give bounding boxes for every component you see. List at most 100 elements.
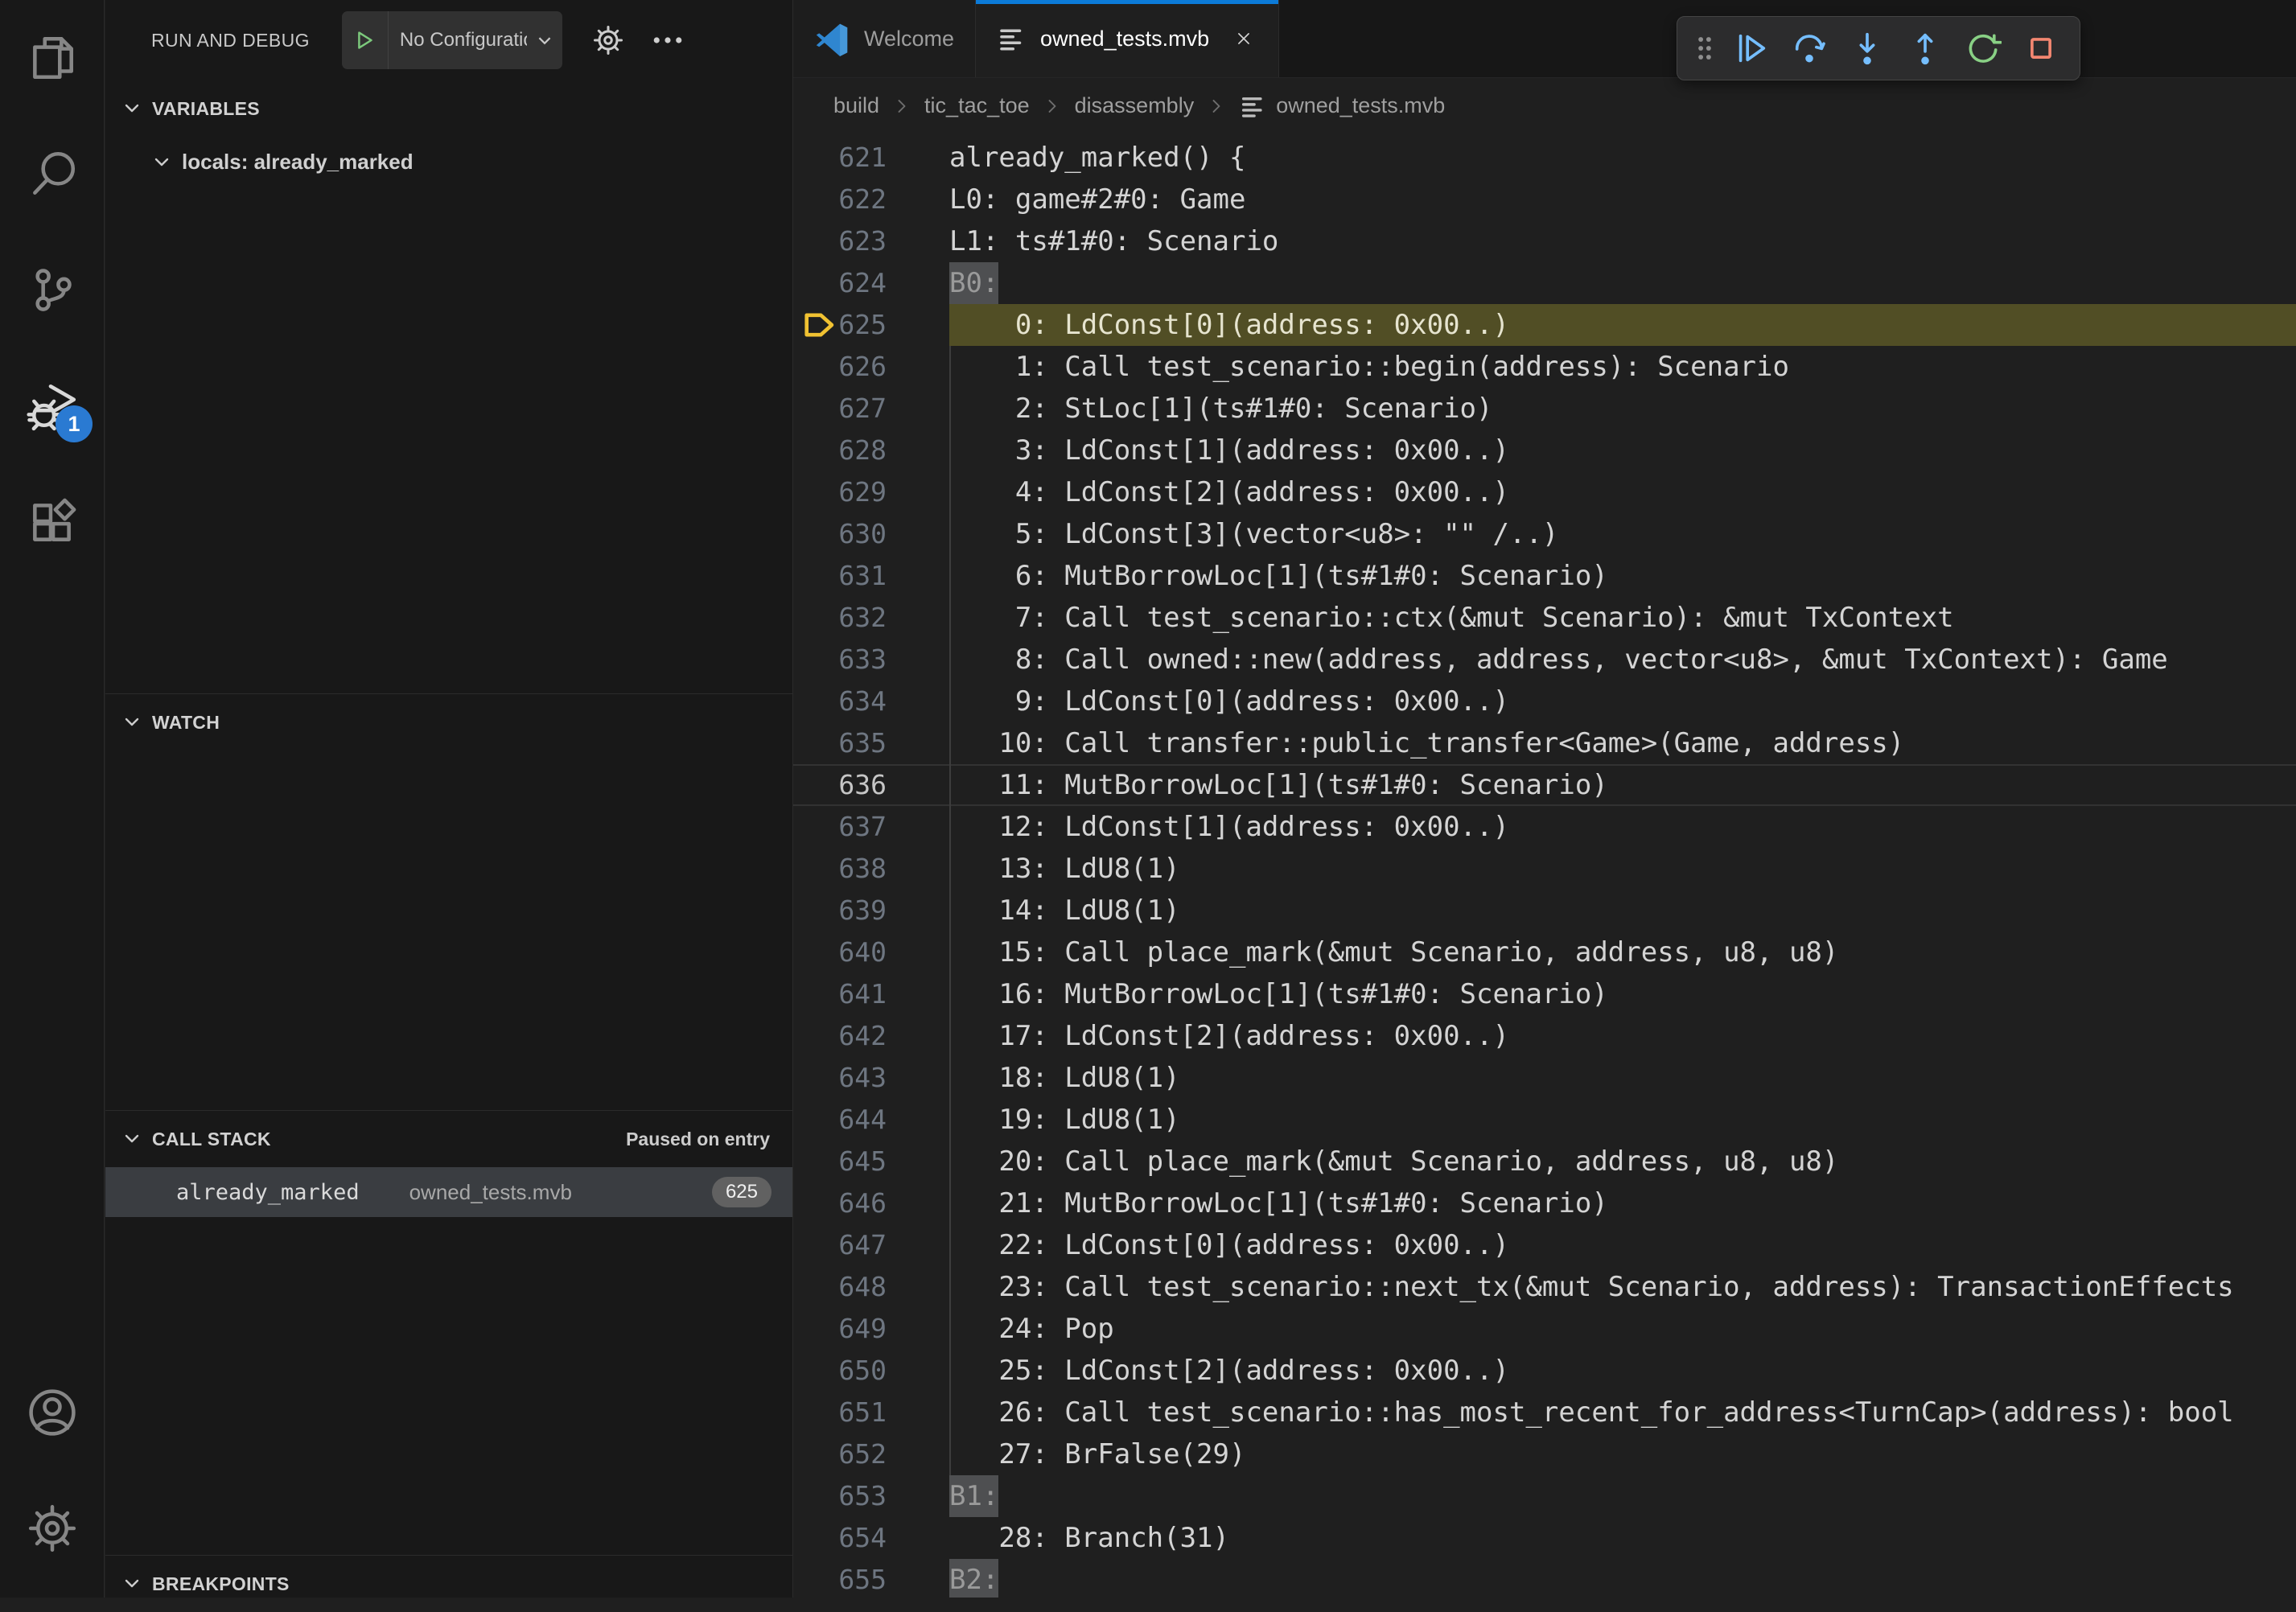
call-stack-section-header[interactable]: CALL STACK Paused on entry [105,1111,792,1167]
line-content[interactable]: 4: LdConst[2](address: 0x00..) [949,471,2296,513]
code-line-643[interactable]: 643 18: LdU8(1) [793,1057,2296,1099]
variables-section-header[interactable]: VARIABLES [105,80,792,137]
gutter[interactable]: 631 [793,555,949,597]
gutter[interactable]: 650 [793,1350,949,1392]
line-content[interactable]: 13: LdU8(1) [949,848,2296,890]
gutter[interactable]: 642 [793,1015,949,1057]
code-line-655[interactable]: 655B2: [793,1559,2296,1598]
close-icon[interactable] [1230,25,1257,52]
line-content[interactable]: L1: ts#1#0: Scenario [949,220,2296,262]
code-line-646[interactable]: 646 21: MutBorrowLoc[1](ts#1#0: Scenario… [793,1182,2296,1224]
code-line-648[interactable]: 648 23: Call test_scenario::next_tx(&mut… [793,1266,2296,1308]
code-line-644[interactable]: 644 19: LdU8(1) [793,1099,2296,1141]
code-line-634[interactable]: 634 9: LdConst[0](address: 0x00..) [793,681,2296,722]
gutter[interactable]: 634 [793,681,949,722]
line-content[interactable]: 1: Call test_scenario::begin(address): S… [949,346,2296,388]
line-content[interactable]: 27: BrFalse(29) [949,1433,2296,1475]
gutter[interactable]: 623 [793,220,949,262]
gutter[interactable]: 646 [793,1182,949,1224]
call-stack-frame[interactable]: already_marked owned_tests.mvb 625 [105,1167,792,1217]
line-content[interactable]: 11: MutBorrowLoc[1](ts#1#0: Scenario) [949,764,2296,806]
line-content[interactable]: 9: LdConst[0](address: 0x00..) [949,681,2296,722]
gutter[interactable]: 651 [793,1392,949,1433]
line-content[interactable]: B0: [949,262,2296,304]
gutter[interactable]: 622 [793,179,949,220]
tab-welcome[interactable]: Welcome [793,0,976,77]
gutter[interactable]: 649 [793,1308,949,1350]
line-content[interactable]: 17: LdConst[2](address: 0x00..) [949,1015,2296,1057]
line-content[interactable]: 21: MutBorrowLoc[1](ts#1#0: Scenario) [949,1182,2296,1224]
gutter[interactable]: 648 [793,1266,949,1308]
variables-scope-locals[interactable]: locals: already_marked [105,137,792,187]
gutter[interactable]: 630 [793,513,949,555]
gutter[interactable]: 636 [793,764,949,806]
manage-button[interactable] [0,1470,104,1586]
sidebar-item-run-and-debug[interactable]: 1 [0,347,104,463]
code-line-632[interactable]: 632 7: Call test_scenario::ctx(&mut Scen… [793,597,2296,639]
code-line-626[interactable]: 626 1: Call test_scenario::begin(address… [793,346,2296,388]
continue-button[interactable] [1722,19,1780,77]
gutter[interactable]: 643 [793,1057,949,1099]
gutter[interactable]: 644 [793,1099,949,1141]
stop-button[interactable] [2012,19,2070,77]
gutter[interactable]: 635 [793,722,949,764]
code-line-651[interactable]: 651 26: Call test_scenario::has_most_rec… [793,1392,2296,1433]
line-content[interactable]: already_marked() { [949,137,2296,179]
code-line-622[interactable]: 622L0: game#2#0: Game [793,179,2296,220]
step-into-button[interactable] [1838,19,1896,77]
gutter[interactable]: 641 [793,973,949,1015]
code-line-625[interactable]: 625 0: LdConst[0](address: 0x00..) [793,304,2296,346]
line-content[interactable]: 28: Branch(31) [949,1517,2296,1559]
line-content[interactable]: 0: LdConst[0](address: 0x00..) [949,304,2296,346]
code-line-624[interactable]: 624B0: [793,262,2296,304]
debug-settings-gear-button[interactable] [590,22,627,59]
code-line-630[interactable]: 630 5: LdConst[3](vector<u8>: "" /..) [793,513,2296,555]
line-content[interactable]: 7: Call test_scenario::ctx(&mut Scenario… [949,597,2296,639]
code-line-652[interactable]: 652 27: BrFalse(29) [793,1433,2296,1475]
code-line-631[interactable]: 631 6: MutBorrowLoc[1](ts#1#0: Scenario) [793,555,2296,597]
line-content[interactable]: 15: Call place_mark(&mut Scenario, addre… [949,931,2296,973]
gutter[interactable]: 621 [793,137,949,179]
code-line-638[interactable]: 638 13: LdU8(1) [793,848,2296,890]
code-line-628[interactable]: 628 3: LdConst[1](address: 0x00..) [793,430,2296,471]
sidebar-item-extensions[interactable] [0,463,104,579]
line-content[interactable]: 19: LdU8(1) [949,1099,2296,1141]
run-configuration-dropdown[interactable]: No Configurations [342,11,562,69]
breadcrumb-item[interactable]: owned_tests.mvb [1276,93,1445,118]
line-content[interactable]: 24: Pop [949,1308,2296,1350]
gutter[interactable]: 652 [793,1433,949,1475]
code-line-645[interactable]: 645 20: Call place_mark(&mut Scenario, a… [793,1141,2296,1182]
gutter[interactable]: 638 [793,848,949,890]
gutter[interactable]: 628 [793,430,949,471]
code-line-623[interactable]: 623L1: ts#1#0: Scenario [793,220,2296,262]
line-content[interactable]: 10: Call transfer::public_transfer<Game>… [949,722,2296,764]
accounts-button[interactable] [0,1355,104,1470]
code-line-653[interactable]: 653B1: [793,1475,2296,1517]
line-content[interactable]: 5: LdConst[3](vector<u8>: "" /..) [949,513,2296,555]
breadcrumb-item[interactable]: disassembly [1075,93,1195,118]
gutter[interactable]: 639 [793,890,949,931]
line-content[interactable]: 18: LdU8(1) [949,1057,2296,1099]
gutter[interactable]: 645 [793,1141,949,1182]
line-content[interactable]: 12: LdConst[1](address: 0x00..) [949,806,2296,848]
gutter[interactable]: 625 [793,304,949,346]
code-editor[interactable]: 621already_marked() {622L0: game#2#0: Ga… [793,134,2296,1598]
code-line-640[interactable]: 640 15: Call place_mark(&mut Scenario, a… [793,931,2296,973]
code-line-654[interactable]: 654 28: Branch(31) [793,1517,2296,1559]
gutter[interactable]: 624 [793,262,949,304]
gutter[interactable]: 633 [793,639,949,681]
code-line-641[interactable]: 641 16: MutBorrowLoc[1](ts#1#0: Scenario… [793,973,2296,1015]
line-content[interactable]: 26: Call test_scenario::has_most_recent_… [949,1392,2296,1433]
line-content[interactable]: 22: LdConst[0](address: 0x00..) [949,1224,2296,1266]
sidebar-item-source-control[interactable] [0,232,104,347]
drag-handle-icon[interactable] [1687,19,1722,77]
line-content[interactable]: 2: StLoc[1](ts#1#0: Scenario) [949,388,2296,430]
line-content[interactable]: 6: MutBorrowLoc[1](ts#1#0: Scenario) [949,555,2296,597]
code-line-636[interactable]: 636 11: MutBorrowLoc[1](ts#1#0: Scenario… [793,764,2296,806]
line-content[interactable]: 16: MutBorrowLoc[1](ts#1#0: Scenario) [949,973,2296,1015]
gutter[interactable]: 632 [793,597,949,639]
code-line-642[interactable]: 642 17: LdConst[2](address: 0x00..) [793,1015,2296,1057]
breadcrumb-item[interactable]: tic_tac_toe [924,93,1030,118]
gutter[interactable]: 655 [793,1559,949,1598]
line-content[interactable]: 8: Call owned::new(address, address, vec… [949,639,2296,681]
